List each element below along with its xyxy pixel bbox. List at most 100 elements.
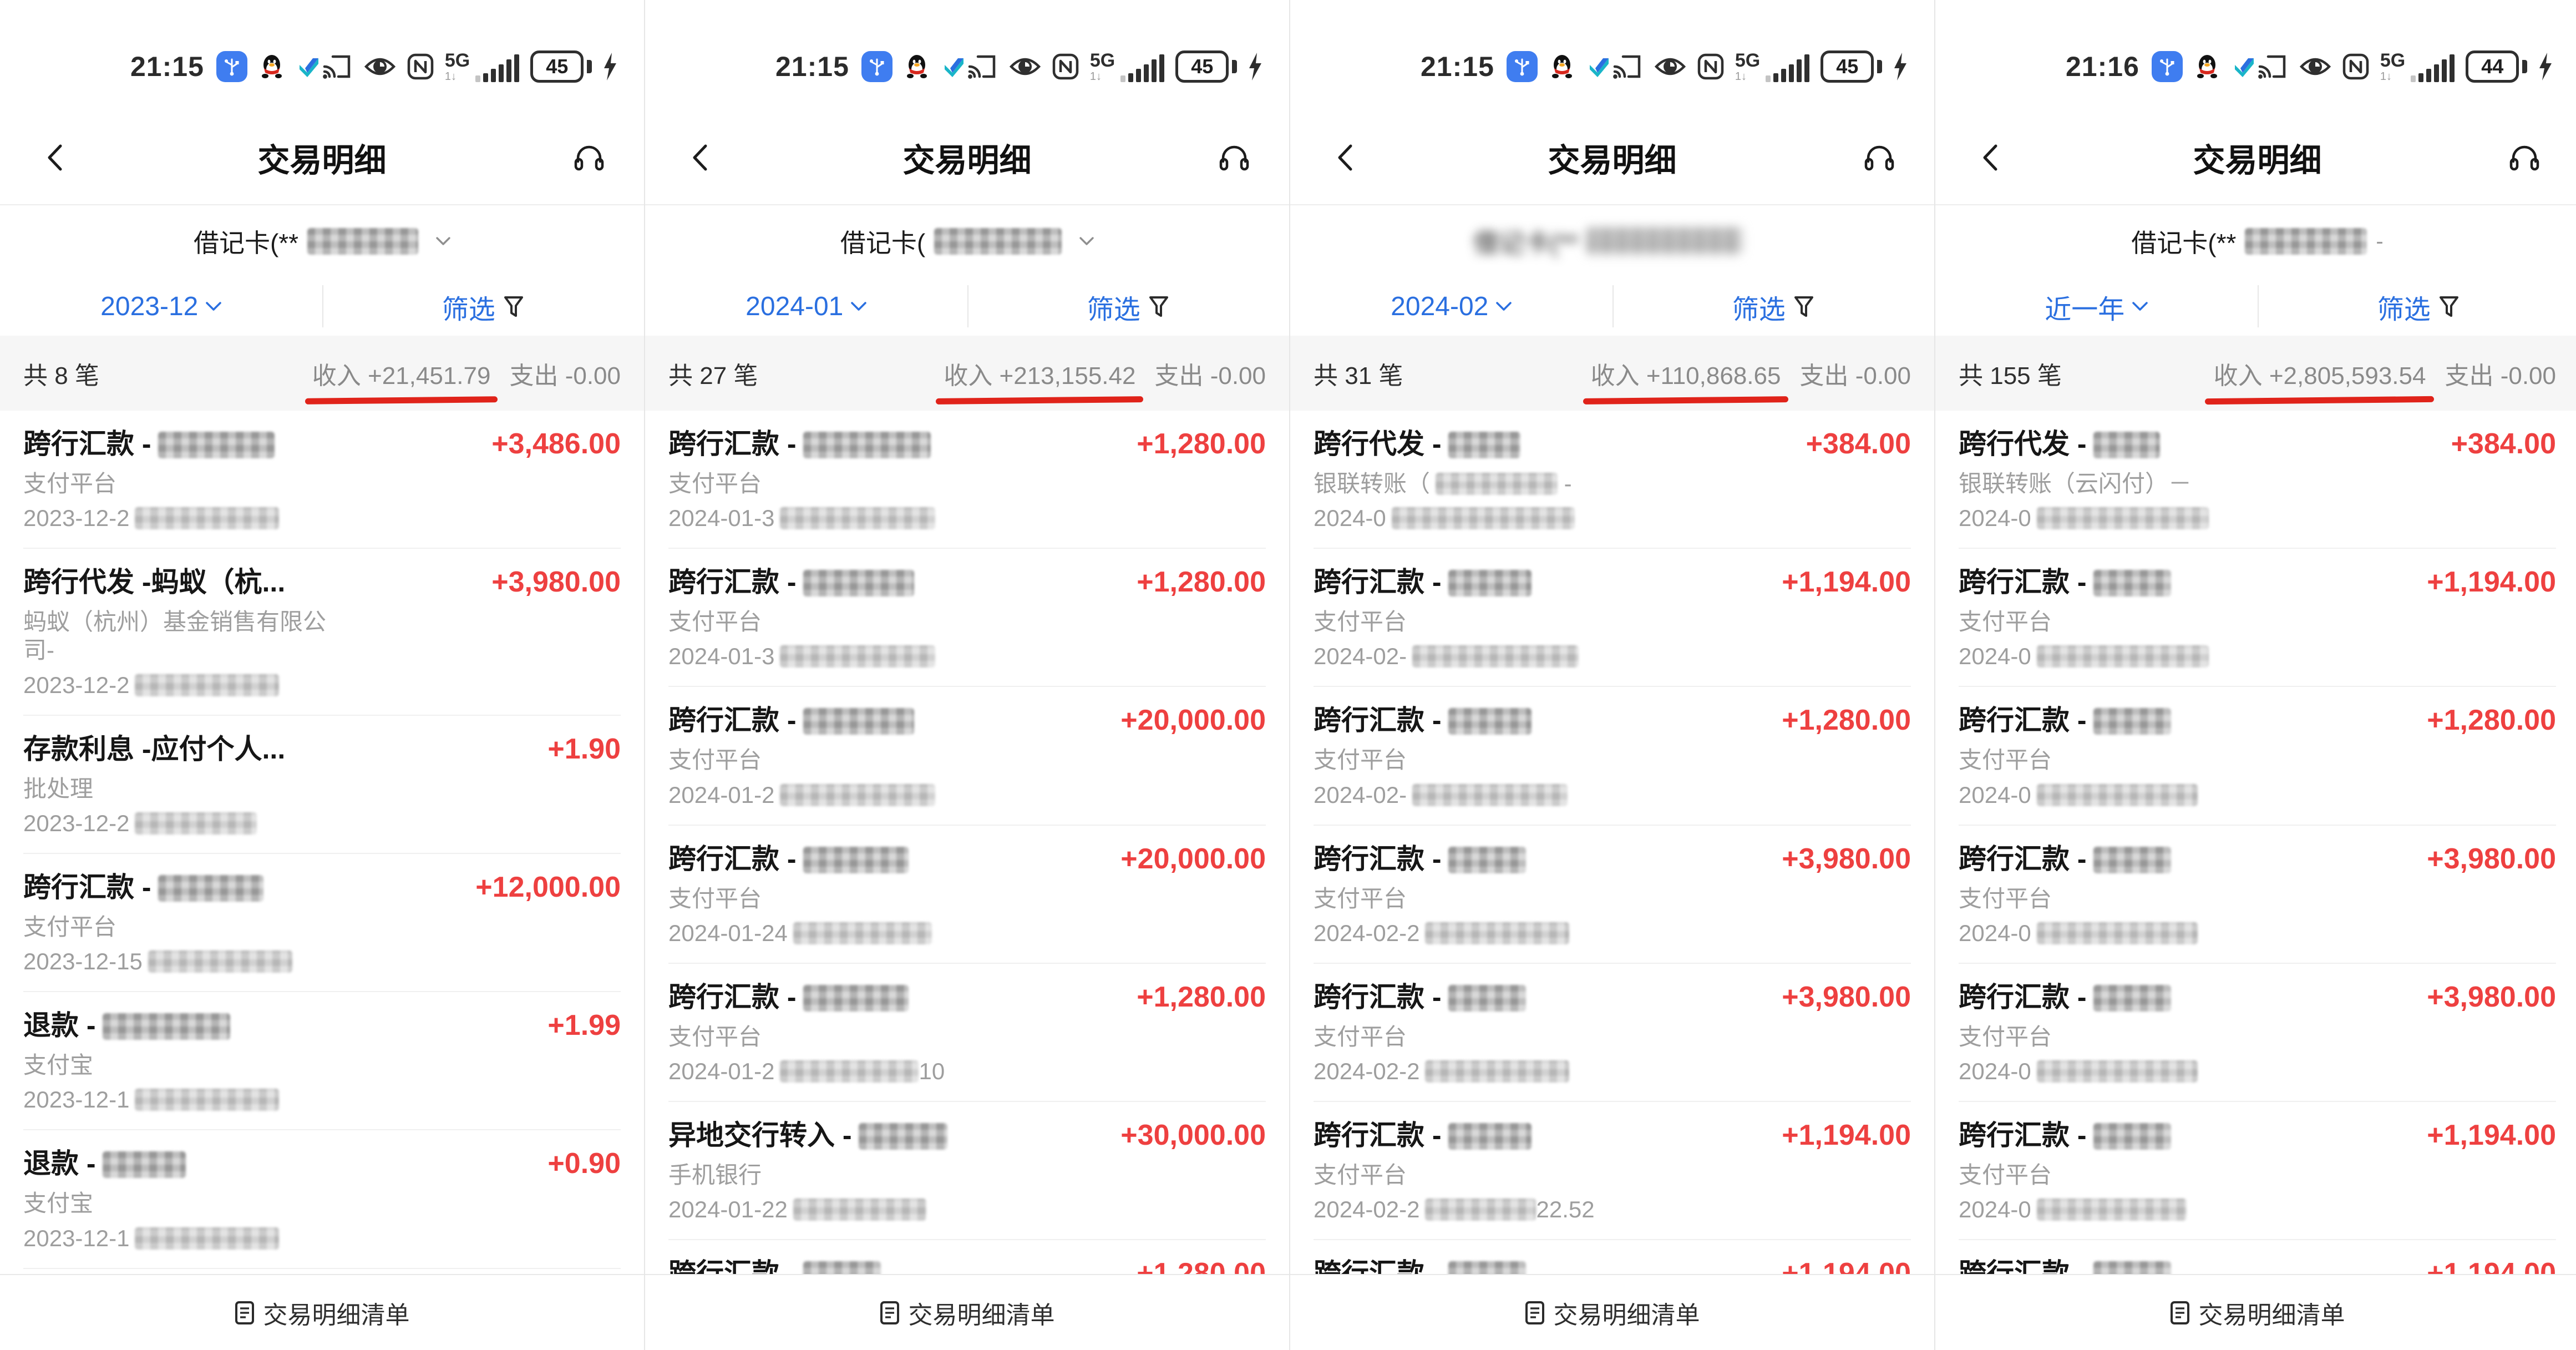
eye-icon (1654, 55, 1686, 78)
tx-date-text: 2023-12-2 (23, 505, 129, 531)
transaction-row[interactable]: 跨行汇款 - +3,980.00 支付平台 2024-02-2 (1314, 964, 1911, 1102)
document-icon (235, 1301, 255, 1325)
detail-list-link[interactable]: 交易明细清单 (645, 1274, 1289, 1350)
tx-date-redacted (148, 950, 292, 973)
period-selector[interactable]: 2023-12 (0, 291, 322, 322)
filter-button[interactable]: 筛选 (967, 287, 1290, 326)
tx-amount: +3,486.00 (491, 429, 621, 458)
tx-sub-text: 银联转账（ (1314, 471, 1430, 497)
transaction-row[interactable]: 跨行汇款 - +20,000.00 支付平台 2024-01-2 (668, 687, 1266, 825)
tx-title-text: 异地交行转入 - (668, 1120, 852, 1151)
card-number-redacted (934, 228, 1062, 255)
filter-funnel-icon (2438, 295, 2460, 318)
card-selector[interactable]: 借记卡( (645, 205, 1289, 277)
headset-button[interactable] (1860, 143, 1899, 173)
transaction-row[interactable]: 跨行汇款 - +1,194.00 支付平台 2024-0 (1959, 1102, 2556, 1240)
transaction-row[interactable]: 跨行汇款 - +1,194.00 支付平台 2024-02- (1314, 549, 1911, 687)
transaction-row[interactable]: 跨行汇款 - +12,000.00 支付平台 2023-12-15 (23, 854, 621, 992)
filter-button[interactable]: 筛选 (322, 287, 645, 326)
detail-list-link[interactable]: 交易明细清单 (0, 1274, 644, 1350)
tx-date-redacted (135, 1089, 279, 1111)
transaction-row[interactable]: 跨行汇款 - +1,194.00 (1959, 1240, 2556, 1275)
back-button[interactable] (681, 144, 719, 171)
tx-title-redacted (2093, 570, 2171, 596)
detail-list-link[interactable]: 交易明细清单 (1290, 1274, 1934, 1350)
transaction-row[interactable]: 跨行汇款 - +1,194.00 (1314, 1240, 1911, 1275)
tx-sub-text: 支付平台 (1959, 747, 2052, 773)
transaction-row[interactable]: 跨行汇款 - +1,280.00 支付平台 2024-02- (1314, 687, 1911, 825)
transaction-row[interactable]: 跨行汇款 - +1,194.00 支付平台 2024-0 (1959, 549, 2556, 687)
period-selector[interactable]: 2024-02 (1290, 291, 1612, 322)
income-label: 收入 (1591, 362, 1646, 390)
summary-income: 收入 +213,155.42 (944, 356, 1135, 391)
transaction-row[interactable]: 跨行汇款 - +1,280.00 支付平台 2024-0 (1959, 687, 2556, 825)
back-button[interactable] (1326, 144, 1365, 171)
income-value: +21,451.79 (368, 362, 490, 390)
summary-expense: 支出 -0.00 (2445, 356, 2556, 391)
transaction-row[interactable]: 跨行代发 -蚂蚁（杭... +3,980.00 蚂蚁（杭州）基金销售有限公司- … (23, 549, 621, 715)
transaction-row[interactable]: 跨行汇款 - +1,194.00 支付平台 2024-02-222.52 (1314, 1102, 1911, 1240)
transaction-row[interactable]: 跨行汇款 - +1,280.00 支付平台 2024-01-3 (668, 549, 1266, 687)
qq-icon (260, 53, 284, 80)
card-selector[interactable]: 借记卡(** (1290, 205, 1934, 277)
transaction-row[interactable]: 退款 - +1.99 支付宝 2023-12-1 (23, 992, 621, 1130)
tx-title-redacted (1448, 708, 1532, 735)
qq-icon (905, 53, 929, 80)
tx-amount: +384.00 (1806, 429, 1911, 458)
transaction-list: 跨行代发 - +384.00 银联转账（ - 2024-0 跨行汇款 - +1,… (1290, 411, 1934, 1275)
transaction-row[interactable]: 异地交行转入 - +30,000.00 手机银行 2024-01-22 (668, 1102, 1266, 1240)
transaction-row[interactable]: 跨行汇款 - +1,280.00 支付平台 2024-01-210 (668, 964, 1266, 1102)
tx-title-text: 跨行汇款 - (1314, 1258, 1442, 1275)
signal-bars-icon: 5G 1↓ (2380, 51, 2455, 82)
transaction-row[interactable]: 跨行汇款 - +3,980.00 支付平台 2024-0 (1959, 964, 2556, 1102)
filter-button[interactable]: 筛选 (2258, 287, 2576, 326)
transaction-row[interactable]: 跨行汇款 - +20,000.00 支付平台 2024-01-24 (668, 826, 1266, 964)
tx-title-redacted (158, 875, 263, 902)
card-selector[interactable]: 借记卡(** (0, 205, 644, 277)
charging-bolt-icon (1248, 53, 1262, 80)
tx-sub-text: 支付平台 (1959, 609, 2052, 635)
back-button[interactable] (1971, 144, 2010, 171)
tx-date-text: 2024-0 (1959, 1196, 2031, 1222)
headset-button[interactable] (1215, 143, 1254, 173)
transaction-row[interactable]: 跨行代发 - +384.00 银联转账（云闪付）－ 2024-0 (1959, 411, 2556, 549)
back-button[interactable] (36, 144, 74, 171)
transaction-row[interactable]: 跨行代发 - +384.00 银联转账（ - 2024-0 (1314, 411, 1911, 549)
tx-date-redacted (1412, 645, 1579, 668)
tx-title-text: 跨行汇款 - (668, 567, 797, 598)
signal-sub: 1↓ (445, 71, 457, 82)
transaction-row[interactable]: 跨行汇款 - +3,980.00 支付平台 2024-02-2 (1314, 826, 1911, 964)
signal-sub: 1↓ (1090, 71, 1102, 82)
period-chevron-down-icon (851, 302, 866, 312)
period-selector[interactable]: 近一年 (1935, 287, 2258, 326)
transaction-row[interactable]: 跨行汇款 - +1,280.00 支付平台 2024-01-3 (668, 411, 1266, 549)
filter-row: 2024-01 筛选 (645, 277, 1289, 336)
transaction-row[interactable]: 跨行汇款 - +3,980.00 支付平台 2024-0 (1959, 826, 2556, 964)
tx-title-redacted (1448, 985, 1526, 1012)
check-logo-icon (941, 54, 967, 79)
tx-amount: +1,194.00 (2427, 1259, 2556, 1275)
transaction-row[interactable]: 退款 - +0.90 支付宝 2023-12-1 (23, 1130, 621, 1268)
transaction-row[interactable]: 存款利息 -应付个人... +1.90 批处理 2023-12-2 (23, 716, 621, 854)
tx-title-text: 跨行汇款 - (1314, 705, 1442, 736)
headset-button[interactable] (570, 143, 608, 173)
tx-title-redacted (2093, 1261, 2171, 1275)
header: 交易明细 (645, 111, 1289, 205)
filter-funnel-icon (1148, 295, 1169, 318)
check-logo-icon (2232, 54, 2257, 79)
card-selector[interactable]: 借记卡(** - (1935, 205, 2576, 277)
tx-amount: +1,194.00 (1782, 1121, 1911, 1150)
tx-sub-text: 支付平台 (668, 886, 762, 912)
charging-bolt-icon (2538, 53, 2553, 80)
filter-button[interactable]: 筛选 (1612, 287, 1935, 326)
summary-bar: 共 8 笔 收入 +21,451.79 支出 -0.00 (0, 336, 644, 411)
headset-button[interactable] (2505, 143, 2544, 173)
transaction-row[interactable]: 跨行汇款 - +1,280.00 (668, 1240, 1266, 1275)
card-number-redacted (307, 228, 418, 255)
income-label: 收入 (2214, 362, 2269, 390)
period-selector[interactable]: 2024-01 (645, 291, 967, 322)
tx-sub-text: 支付平台 (1314, 886, 1407, 912)
card-number-redacted (2245, 228, 2367, 255)
transaction-row[interactable]: 跨行汇款 - +3,486.00 支付平台 2023-12-2 (23, 411, 621, 549)
detail-list-link[interactable]: 交易明细清单 (1935, 1274, 2576, 1350)
